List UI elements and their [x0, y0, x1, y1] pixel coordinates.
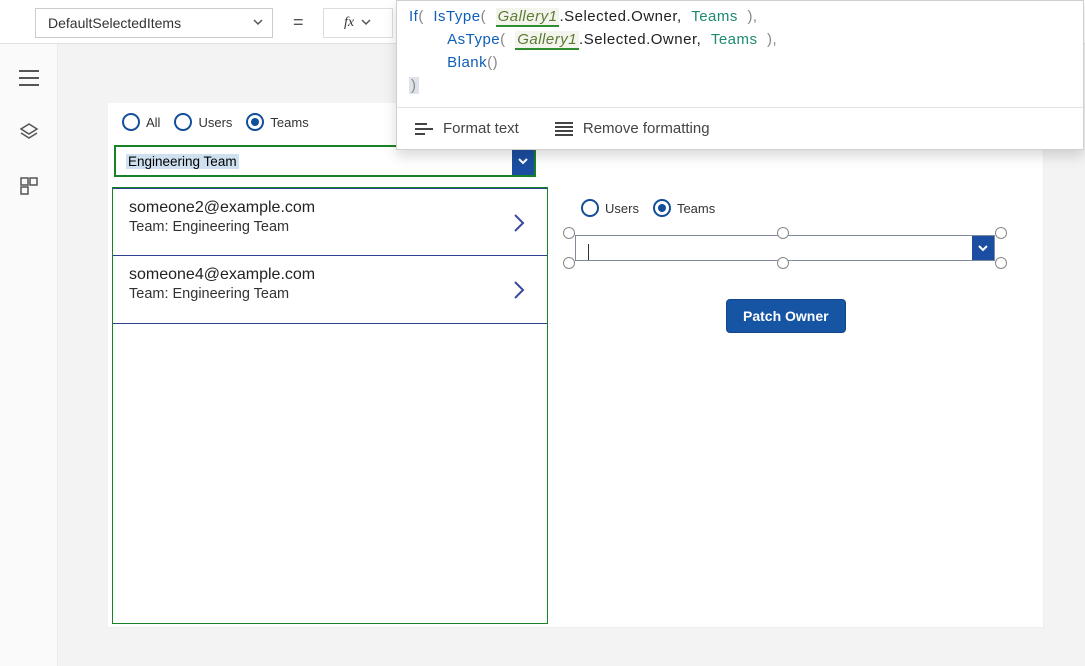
resize-handle[interactable]: [777, 257, 789, 269]
left-combobox-value: Engineering Team: [126, 154, 239, 169]
text-caret: [588, 244, 589, 260]
left-nav-rail: [0, 44, 58, 666]
resize-handle[interactable]: [563, 257, 575, 269]
gallery[interactable]: someone2@example.com Team: Engineering T…: [112, 187, 548, 624]
property-dropdown-value: DefaultSelectedItems: [48, 15, 181, 31]
resize-handle[interactable]: [777, 227, 789, 239]
remove-formatting-button[interactable]: Remove formatting: [555, 120, 710, 137]
format-text-icon: [415, 122, 433, 136]
radio-users[interactable]: Users: [174, 113, 232, 131]
radio-teams[interactable]: Teams: [653, 199, 715, 217]
item-team: Team: Engineering Team: [129, 219, 503, 235]
token-teams: Teams: [711, 31, 758, 48]
item-email: someone4@example.com: [129, 266, 503, 284]
chevron-down-icon[interactable]: [972, 236, 994, 260]
components-icon[interactable]: [9, 166, 49, 206]
token-close-paren: ): [409, 77, 419, 94]
radio-icon: [581, 199, 599, 217]
token-istype: IsType: [433, 8, 480, 25]
radio-icon: [122, 113, 140, 131]
layers-icon[interactable]: [9, 112, 49, 152]
hamburger-icon[interactable]: [9, 58, 49, 98]
token-teams: Teams: [691, 8, 738, 25]
item-team: Team: Engineering Team: [129, 286, 503, 302]
item-email: someone2@example.com: [129, 199, 503, 217]
fx-icon: fx: [344, 15, 354, 31]
token-blank: Blank: [447, 54, 487, 71]
remove-formatting-icon: [555, 122, 573, 136]
app-canvas: All Users Teams Engineering Team someone…: [108, 103, 1044, 628]
resize-handle[interactable]: [995, 227, 1007, 239]
token-astype: AsType: [447, 31, 500, 48]
token-gallery1: Gallery1: [515, 31, 579, 50]
token-gallery1: Gallery1: [496, 8, 560, 27]
radio-icon: [174, 113, 192, 131]
chevron-right-icon[interactable]: [511, 211, 527, 240]
patch-owner-button[interactable]: Patch Owner: [726, 299, 846, 333]
formula-toolbar: Format text Remove formatting: [397, 107, 1083, 149]
radio-icon: [653, 199, 671, 217]
chevron-down-icon[interactable]: [512, 147, 534, 175]
radio-teams[interactable]: Teams: [246, 113, 308, 131]
radio-icon: [246, 113, 264, 131]
resize-handle[interactable]: [995, 257, 1007, 269]
radio-users[interactable]: Users: [581, 199, 639, 217]
chevron-right-icon[interactable]: [511, 278, 527, 307]
left-radio-group: All Users Teams: [122, 113, 323, 131]
list-item[interactable]: someone4@example.com Team: Engineering T…: [113, 256, 547, 324]
chevron-down-icon: [360, 16, 372, 31]
equals-label: =: [293, 12, 304, 33]
token-if: If: [409, 8, 418, 25]
format-text-button[interactable]: Format text: [415, 120, 519, 137]
radio-all[interactable]: All: [122, 113, 160, 131]
formula-bar-panel[interactable]: If( IsType( Gallery1.Selected.Owner, Tea…: [396, 0, 1084, 150]
fx-button[interactable]: fx: [323, 8, 393, 38]
property-dropdown[interactable]: DefaultSelectedItems: [35, 8, 273, 38]
formula-text[interactable]: If( IsType( Gallery1.Selected.Owner, Tea…: [397, 1, 1083, 107]
list-item[interactable]: someone2@example.com Team: Engineering T…: [113, 188, 547, 256]
chevron-down-icon: [252, 15, 264, 31]
right-radio-group: Users Teams: [581, 199, 729, 217]
resize-handle[interactable]: [563, 227, 575, 239]
right-combobox-selected[interactable]: [567, 229, 999, 263]
